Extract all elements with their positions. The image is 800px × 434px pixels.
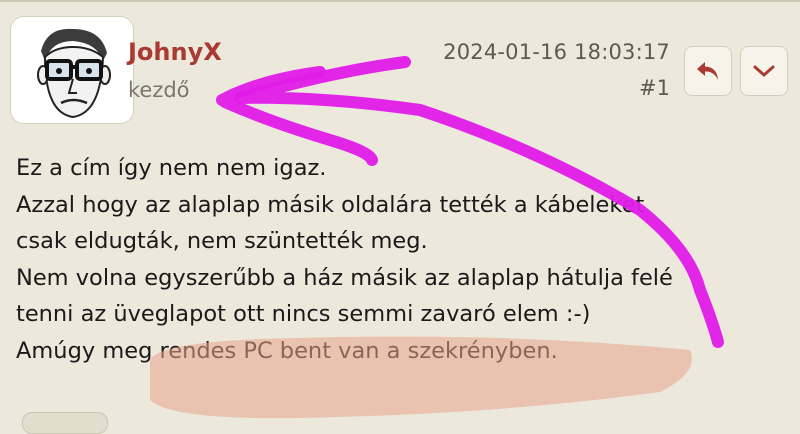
next-post-element <box>22 412 108 434</box>
post-line: Azzal hogy az alaplap másik oldalára tet… <box>16 191 645 218</box>
reply-arrow-icon <box>697 62 718 80</box>
chevron-down-icon <box>753 65 775 77</box>
post-body: Ez a cím így nem nem igaz. Azzal hogy az… <box>16 150 786 370</box>
post-line: Nem volna egyszerűbb a ház másik az alap… <box>16 264 673 291</box>
author-name[interactable]: JohnyX <box>128 38 222 66</box>
post-line: Amúgy meg rendes PC bent van a szekrényb… <box>16 337 558 364</box>
author-rank: kezdő <box>128 78 190 102</box>
more-options-button[interactable] <box>740 46 788 96</box>
avatar[interactable] <box>10 16 134 124</box>
post-line: tenni az üveglapot ott nincs semmi zavar… <box>16 301 591 328</box>
post-header: JohnyX kezdő 2024-01-16 18:03:17 #1 <box>0 0 800 124</box>
post-number[interactable]: #1 <box>639 76 670 100</box>
post-timestamp: 2024-01-16 18:03:17 <box>443 40 670 64</box>
post-line: Ez a cím így nem nem igaz. <box>16 155 327 181</box>
reply-button[interactable] <box>684 46 732 96</box>
cartoon-face-icon <box>11 17 133 123</box>
post-line: csak eldugták, nem szüntették meg. <box>16 228 428 255</box>
